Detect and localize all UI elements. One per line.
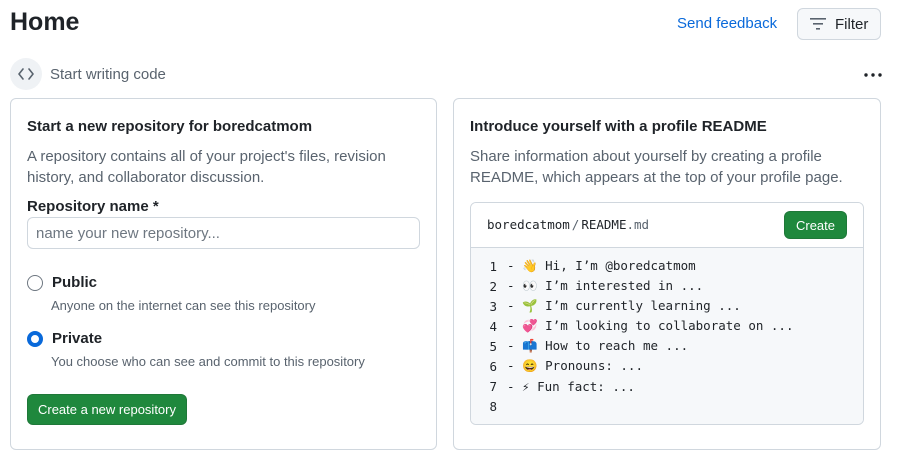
readme-preview-header: boredcatmom / README.md Create: [471, 203, 863, 248]
line-number: 4: [489, 318, 497, 334]
line-number: 5: [489, 338, 497, 354]
filter-icon: [810, 18, 826, 30]
line-text: - 📫 How to reach me ...: [507, 338, 689, 353]
send-feedback-link[interactable]: Send feedback: [677, 15, 777, 32]
readme-path-extension: .md: [626, 217, 650, 232]
readme-card: Introduce yourself with a profile README…: [453, 98, 881, 450]
filter-label: Filter: [835, 15, 869, 33]
new-repo-card: Start a new repository for boredcatmom A…: [10, 98, 437, 450]
public-option[interactable]: Public: [27, 274, 97, 291]
new-repo-title: Start a new repository for boredcatmom: [27, 118, 313, 135]
line-number: 8: [489, 398, 497, 414]
line-number: 7: [489, 378, 497, 394]
new-repo-description: A repository contains all of your projec…: [27, 148, 386, 186]
repo-name-label: Repository name *: [27, 198, 159, 215]
line-text: - 👀 I’m interested in ...: [507, 278, 704, 293]
readme-title: Introduce yourself with a profile README: [470, 118, 767, 135]
line-number: 1: [489, 258, 497, 274]
filter-button[interactable]: Filter: [797, 8, 881, 40]
public-description: Anyone on the internet can see this repo…: [51, 298, 316, 313]
line-text: - 💞️ I’m looking to collaborate on ...: [507, 318, 794, 333]
page-title: Home: [10, 8, 80, 36]
section-title: Start writing code: [50, 65, 166, 83]
create-repository-button[interactable]: Create a new repository: [27, 394, 187, 425]
readme-path-file: README: [581, 217, 627, 232]
readme-code-line: 5 - 📫 How to reach me ...: [471, 336, 863, 356]
repo-name-input[interactable]: [27, 217, 420, 249]
line-text: - 👋 Hi, I’m @boredcatmom: [507, 258, 696, 273]
readme-path-user: boredcatmom: [487, 217, 570, 232]
line-text: - ⚡ Fun fact: ...: [507, 378, 635, 394]
readme-preview: boredcatmom / README.md Create 1 - 👋 Hi, I’…: [470, 202, 864, 425]
readme-code-line: 1 - 👋 Hi, I’m @boredcatmom: [471, 256, 863, 276]
line-number: 2: [489, 278, 497, 294]
private-option[interactable]: Private: [27, 330, 102, 347]
line-number: 6: [489, 358, 497, 374]
more-options-button[interactable]: [862, 64, 884, 86]
readme-code-line: 8: [471, 396, 863, 416]
readme-create-button[interactable]: Create: [784, 211, 847, 239]
readme-code-line: 7 - ⚡ Fun fact: ...: [471, 376, 863, 396]
private-description: You choose who can see and commit to thi…: [51, 354, 365, 369]
private-label: Private: [52, 330, 103, 347]
private-radio[interactable]: [27, 330, 43, 347]
public-radio[interactable]: [27, 274, 43, 291]
code-icon: [10, 58, 42, 90]
section-header: Start writing code: [10, 58, 166, 90]
readme-code-line: 3 - 🌱 I’m currently learning ...: [471, 296, 863, 316]
readme-code-line: 2 - 👀 I’m interested in ...: [471, 276, 863, 296]
readme-path-separator: /: [571, 217, 580, 232]
public-label: Public: [52, 274, 98, 291]
readme-code-line: 6 - 😄 Pronouns: ...: [471, 356, 863, 376]
readme-code-line: 4 - 💞️ I’m looking to collaborate on ...: [471, 316, 863, 336]
readme-file-path: boredcatmom / README.md: [487, 217, 649, 232]
line-text: - 😄 Pronouns: ...: [507, 358, 643, 373]
readme-code: 1 - 👋 Hi, I’m @boredcatmom 2 - 👀 I’m intere…: [471, 248, 863, 424]
kebab-horizontal-icon: [864, 73, 882, 77]
line-number: 3: [489, 298, 497, 314]
readme-description: Share information about yourself by crea…: [470, 148, 843, 186]
line-text: - 🌱 I’m currently learning ...: [507, 298, 741, 313]
